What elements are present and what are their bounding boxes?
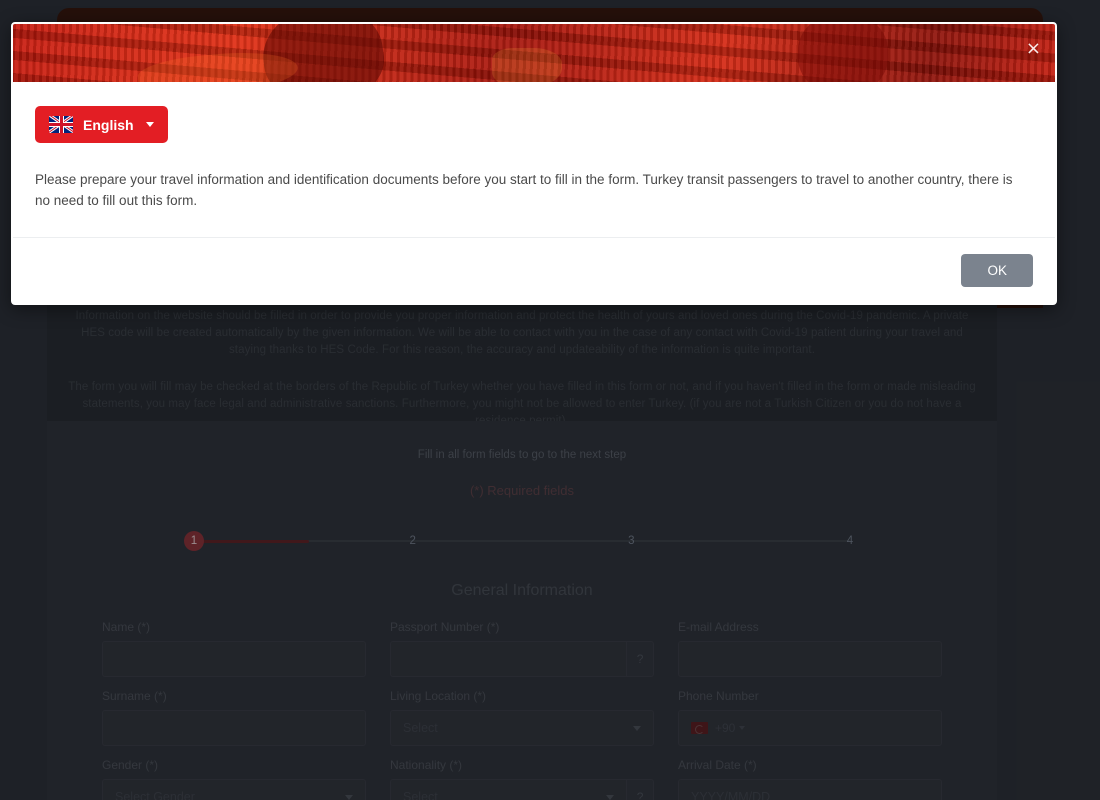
ok-button[interactable]: OK	[961, 254, 1033, 287]
step-2[interactable]: 2	[403, 531, 423, 551]
modal-body: English Please prepare your travel infor…	[13, 82, 1055, 237]
language-label: English	[83, 116, 134, 133]
language-selector-button[interactable]: English	[35, 106, 168, 143]
modal-message: Please prepare your travel information a…	[35, 172, 1013, 208]
hero-decoration-d	[492, 48, 563, 82]
information-modal: × English Please prepare your travel inf…	[11, 22, 1057, 305]
modal-footer: OK	[13, 237, 1055, 303]
chevron-down-icon	[145, 122, 154, 127]
close-icon[interactable]: ×	[1026, 40, 1041, 58]
hero-decoration-c	[798, 24, 889, 82]
step-4[interactable]: 4	[840, 531, 860, 551]
uk-flag-icon	[49, 116, 73, 133]
modal-hero-image: ×	[13, 24, 1055, 82]
step-1[interactable]: 1	[184, 531, 204, 551]
